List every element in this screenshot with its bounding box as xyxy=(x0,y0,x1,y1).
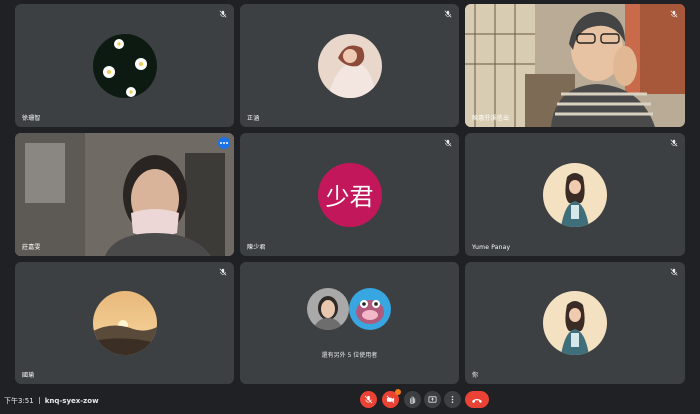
mic-off-icon xyxy=(670,10,678,18)
present-screen-button[interactable] xyxy=(424,391,441,408)
more-vert-icon xyxy=(451,395,454,404)
mic-off-icon xyxy=(444,10,452,18)
other-participants-tile[interactable]: 還有另外 5 位使用者 xyxy=(240,262,459,384)
mic-toggle-button[interactable] xyxy=(360,391,377,408)
raise-hand-button[interactable] xyxy=(404,391,421,408)
participant-tile[interactable]: 正涵 xyxy=(240,4,459,127)
participant-tile[interactable]: Yume Panay xyxy=(465,133,685,256)
avatar xyxy=(92,33,157,98)
video-feed-image xyxy=(15,133,234,256)
leave-call-button[interactable] xyxy=(465,391,489,408)
participant-tile[interactable]: 少君 陳少君 xyxy=(240,133,459,256)
participant-tile[interactable]: 陳惠芬溪信出 xyxy=(465,4,685,127)
mic-off-icon xyxy=(444,139,452,147)
avatar-initials: 少君 xyxy=(317,162,382,227)
avatar: 少君 xyxy=(317,162,382,227)
more-options-icon[interactable] xyxy=(218,137,230,149)
mic-off-icon xyxy=(219,10,227,18)
participant-name: Yume Panay xyxy=(472,244,511,251)
mic-off-icon xyxy=(219,268,227,276)
cartoon-hippo-icon xyxy=(348,288,391,330)
mic-off-icon xyxy=(364,395,373,404)
participant-grid: 徐珊智 正涵 陳惠芬溪信出 莊嘉雯 少君 陳少君 Yume Panay 國瑜 還… xyxy=(15,4,685,384)
meeting-info: 下午3:51 knq-syex-zow xyxy=(4,396,99,406)
participant-name: 莊嘉雯 xyxy=(22,244,41,251)
mic-off-icon xyxy=(670,268,678,276)
participant-name: 陳少君 xyxy=(247,244,266,251)
video-feed-image xyxy=(465,4,685,127)
self-tile[interactable]: 你 xyxy=(465,262,685,384)
illustration-girl-icon xyxy=(543,291,607,355)
sunset-icon xyxy=(92,291,157,355)
avatar xyxy=(306,288,349,330)
avatar xyxy=(543,291,607,355)
avatar xyxy=(543,162,607,227)
participant-tile[interactable]: 徐珊智 xyxy=(15,4,234,127)
other-participants-avatars xyxy=(306,288,393,336)
bottom-toolbar: 下午3:51 knq-syex-zow xyxy=(0,384,700,414)
daisy-flowers-icon xyxy=(92,33,157,98)
person-photo-icon xyxy=(306,288,349,330)
participant-name: 陳惠芬溪信出 xyxy=(472,115,510,122)
mic-off-icon xyxy=(670,139,678,147)
avatar xyxy=(317,33,382,98)
warning-badge xyxy=(395,389,401,395)
illustration-girl-icon xyxy=(543,162,607,227)
participant-name: 你 xyxy=(472,372,479,379)
other-participants-label: 還有另外 5 位使用者 xyxy=(321,352,378,359)
hang-up-icon xyxy=(472,398,482,403)
meeting-code: knq-syex-zow xyxy=(44,397,99,405)
participant-name: 正涵 xyxy=(247,115,260,122)
person-photo-icon xyxy=(317,33,382,98)
camera-off-icon xyxy=(386,395,395,404)
participant-name: 國瑜 xyxy=(22,372,35,379)
participant-tile[interactable]: 國瑜 xyxy=(15,262,234,384)
avatar xyxy=(348,288,391,330)
avatar xyxy=(92,291,157,355)
participant-name: 徐珊智 xyxy=(22,115,41,122)
participant-tile-active-speaker[interactable]: 莊嘉雯 xyxy=(15,133,234,256)
hand-icon xyxy=(410,396,416,404)
clock-time: 下午3:51 xyxy=(4,397,34,405)
camera-toggle-button[interactable] xyxy=(382,389,401,408)
more-options-button[interactable] xyxy=(444,391,461,408)
present-screen-icon xyxy=(428,396,437,403)
divider xyxy=(38,397,40,404)
